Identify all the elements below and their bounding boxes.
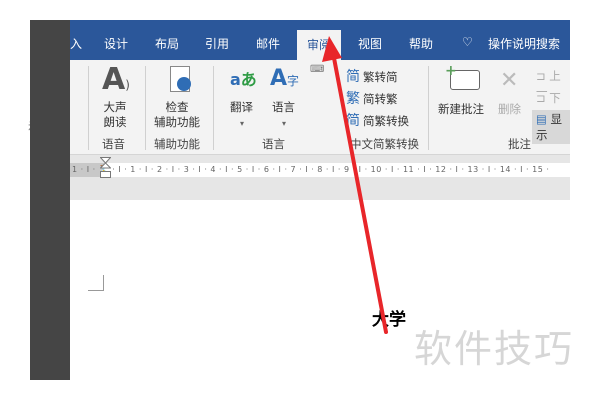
red-arrow-annotation	[322, 36, 388, 334]
